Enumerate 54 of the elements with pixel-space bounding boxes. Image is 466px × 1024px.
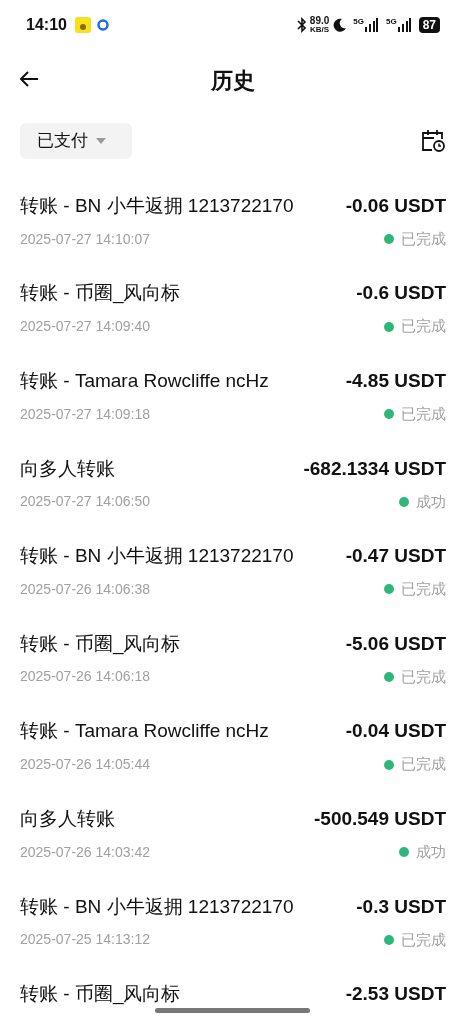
transaction-amount: -2.53 USDT bbox=[345, 982, 446, 1007]
transaction-amount: -4.85 USDT bbox=[345, 368, 446, 393]
signal-icon bbox=[396, 18, 411, 32]
transaction-title: 转账 - 币圈_风向标 bbox=[20, 982, 181, 1007]
clock: 14:10 bbox=[26, 15, 67, 35]
transaction-amount: -0.47 USDT bbox=[345, 544, 446, 569]
app-icon bbox=[74, 17, 91, 33]
transaction-time: 2025-07-27 14:09:18 bbox=[20, 404, 150, 424]
transaction-amount: -0.04 USDT bbox=[345, 719, 446, 744]
status-label: 已完成 bbox=[401, 403, 446, 424]
network-label: 5G bbox=[353, 18, 364, 26]
transaction-title: 向多人转账 bbox=[20, 806, 115, 831]
transaction-time: 2025-07-26 14:06:18 bbox=[20, 667, 150, 687]
status-label: 已完成 bbox=[401, 316, 446, 337]
transaction-amount: -682.1334 USDT bbox=[303, 456, 446, 481]
status-label: 已完成 bbox=[401, 929, 446, 950]
page-title: 历史 bbox=[211, 66, 255, 95]
transaction-time: 2025-07-26 14:05:44 bbox=[20, 755, 150, 775]
transaction-title: 转账 - Tamara Rowcliffe ncHz bbox=[20, 719, 269, 744]
transaction-time: 2025-07-25 14:13:12 bbox=[20, 930, 150, 950]
transaction-title: 转账 - Tamara Rowcliffe ncHz bbox=[20, 368, 269, 393]
bluetooth-icon bbox=[296, 17, 307, 33]
transaction-time: 2025-07-27 14:10:07 bbox=[20, 229, 150, 249]
signal-icon bbox=[363, 18, 378, 32]
transaction-title: 向多人转账 bbox=[20, 456, 115, 481]
speed-unit: KB/S bbox=[310, 26, 330, 34]
caret-icon bbox=[96, 138, 106, 144]
filter-dropdown[interactable]: 已支付 bbox=[20, 123, 132, 159]
transaction-amount: -5.06 USDT bbox=[345, 631, 446, 656]
status-label: 成功 bbox=[416, 491, 446, 512]
status-label: 已完成 bbox=[401, 754, 446, 775]
transaction-title: 转账 - BN 小牛返拥 1213722170 bbox=[20, 544, 294, 569]
ring-icon bbox=[96, 19, 109, 31]
transaction-amount: -0.06 USDT bbox=[345, 193, 446, 218]
transaction-amount: -500.549 USDT bbox=[314, 806, 446, 831]
status-label: 成功 bbox=[416, 841, 446, 862]
transaction-time: 2025-07-26 14:06:38 bbox=[20, 579, 150, 599]
transaction-time: 2025-07-27 14:06:50 bbox=[20, 492, 150, 512]
transaction-time: 2025-07-26 14:03:42 bbox=[20, 842, 150, 862]
calendar-button[interactable] bbox=[420, 128, 446, 154]
status-label: 已完成 bbox=[401, 228, 446, 249]
transaction-amount: -0.6 USDT bbox=[356, 281, 446, 306]
transaction-title: 转账 - BN 小牛返拥 1213722170 bbox=[20, 894, 294, 919]
moon-icon bbox=[333, 18, 348, 32]
transaction-title: 转账 - 币圈_风向标 bbox=[20, 631, 181, 657]
transaction-title: 转账 - BN 小牛返拥 1213722170 bbox=[20, 193, 294, 218]
transaction-amount: -0.3 USDT bbox=[356, 894, 446, 919]
speed-value: 89.0 bbox=[309, 16, 330, 26]
network-label: 5G bbox=[385, 18, 397, 26]
status-label: 已完成 bbox=[401, 666, 446, 687]
transaction-title: 转账 - 币圈_风向标 bbox=[20, 281, 181, 306]
status-label: 已完成 bbox=[401, 579, 446, 600]
battery-indicator: 87 bbox=[418, 17, 440, 33]
transaction-time: 2025-07-27 14:09:40 bbox=[20, 317, 150, 337]
